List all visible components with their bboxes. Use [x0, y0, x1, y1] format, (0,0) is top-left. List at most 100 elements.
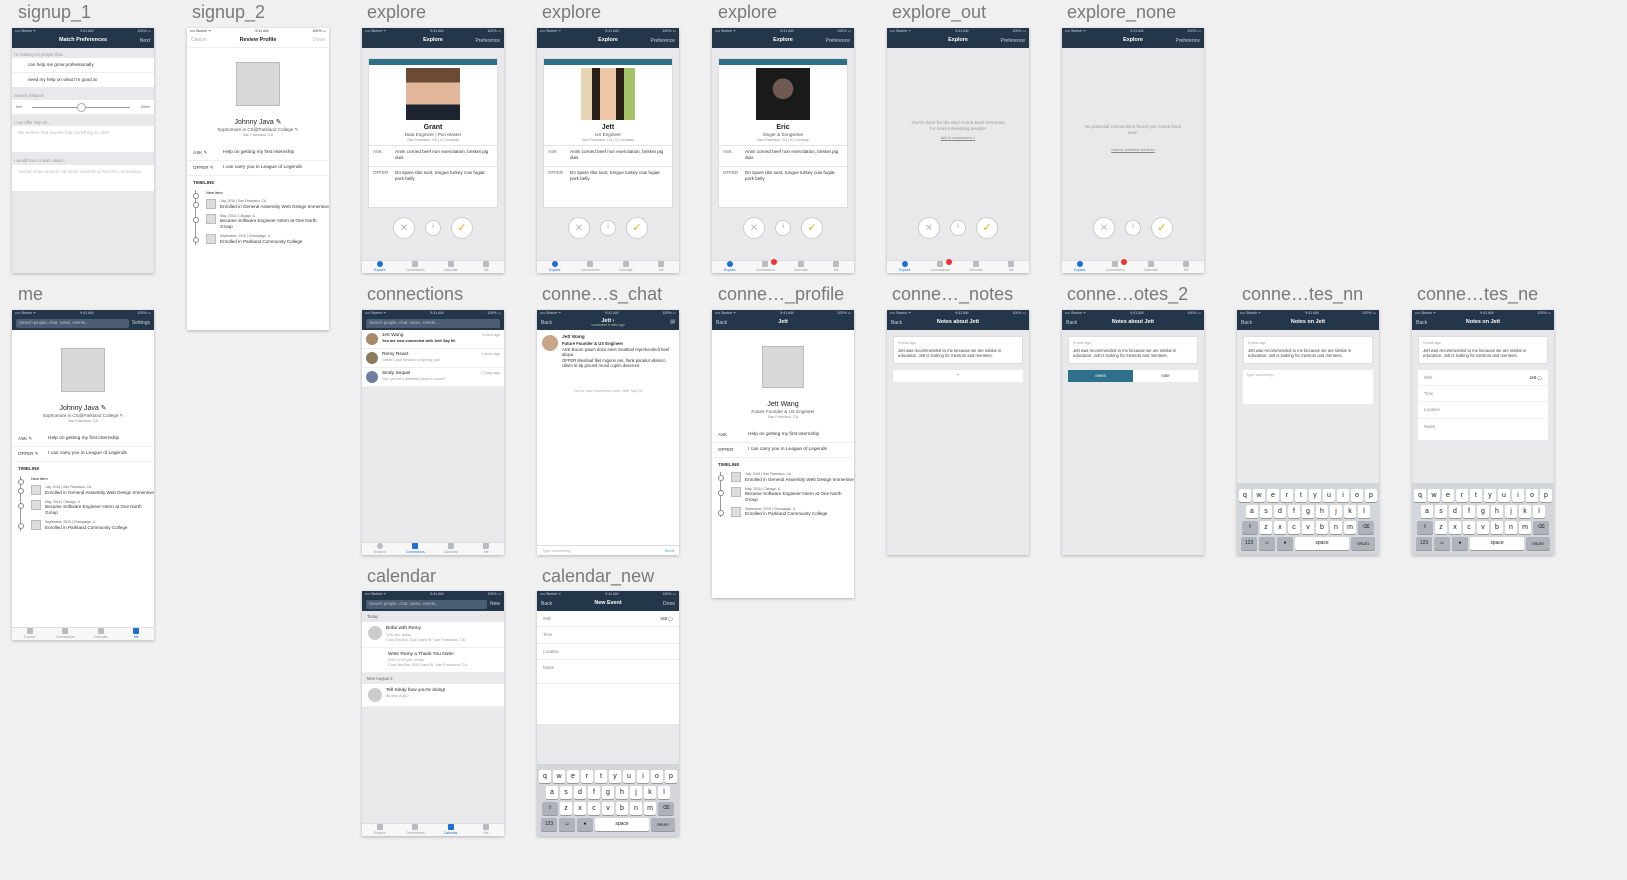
notes-field[interactable]: Notes: [1418, 418, 1548, 441]
tab-me[interactable]: Me: [469, 261, 505, 273]
back-button[interactable]: Back: [1066, 320, 1077, 327]
note-input[interactable]: Type something...: [1243, 369, 1373, 404]
event-item[interactable]: Boba with Remy 1:00 pm, today Cool Tea Bar…: [362, 622, 504, 648]
tab-me[interactable]: Me: [644, 261, 680, 273]
tab-calendar[interactable]: Calendar: [433, 543, 469, 555]
location-field[interactable]: Location: [537, 643, 679, 661]
key-u[interactable]: u: [623, 770, 635, 783]
key-b[interactable]: b: [1316, 521, 1328, 534]
mic-key[interactable]: ●: [577, 818, 593, 831]
tab-me[interactable]: Me: [1169, 261, 1205, 273]
key-z[interactable]: z: [560, 802, 572, 815]
key-c[interactable]: c: [1288, 521, 1300, 534]
key-m[interactable]: m: [644, 802, 656, 815]
key-p[interactable]: p: [665, 770, 677, 783]
key-a[interactable]: a: [1421, 505, 1433, 518]
pass-button[interactable]: ✕: [918, 217, 940, 239]
tab-explore[interactable]: Explore: [362, 543, 398, 555]
connect-button[interactable]: ✓: [451, 217, 473, 239]
key-x[interactable]: x: [1449, 521, 1461, 534]
tab-me[interactable]: Me: [469, 824, 505, 836]
note-button[interactable]: note: [1133, 369, 1198, 382]
profile-name[interactable]: Johnny Java ✎: [187, 118, 329, 127]
settings-button[interactable]: Settings: [132, 320, 150, 327]
offer-value[interactable]: I can carry you in League of Legends: [48, 451, 148, 457]
key-x[interactable]: x: [574, 802, 586, 815]
tab-explore[interactable]: Explore: [537, 261, 573, 273]
tab-connections[interactable]: Connections: [48, 628, 84, 640]
timeline-new-item[interactable]: New item: [206, 190, 223, 195]
info-button[interactable]: i: [950, 220, 966, 236]
key-a[interactable]: a: [546, 786, 558, 799]
tab-calendar[interactable]: Calendar: [433, 261, 469, 273]
key-w[interactable]: w: [553, 770, 565, 783]
add-note-button[interactable]: +: [893, 369, 1023, 382]
profile-card[interactable]: Eric Singer & Songwriter San Francisco, …: [718, 58, 848, 208]
key-h[interactable]: h: [616, 786, 628, 799]
learn-input[interactable]: And we hope anyone can learn something f…: [12, 164, 154, 191]
key-o[interactable]: o: [1526, 489, 1538, 502]
key-e[interactable]: e: [567, 770, 579, 783]
send-button[interactable]: Send: [665, 548, 674, 553]
key-j[interactable]: j: [1505, 505, 1517, 518]
return-key[interactable]: return: [1526, 537, 1550, 550]
search-input[interactable]: Search people, chat, notes, events...: [366, 318, 500, 328]
key-i[interactable]: i: [1337, 489, 1349, 502]
tab-explore[interactable]: Explore: [887, 261, 923, 273]
key-c[interactable]: c: [588, 802, 600, 815]
key-w[interactable]: w: [1428, 489, 1440, 502]
delete-key[interactable]: ⌫: [1533, 521, 1549, 534]
space-key[interactable]: space: [1295, 537, 1349, 550]
time-field[interactable]: Time: [537, 627, 679, 644]
key-e[interactable]: e: [1442, 489, 1454, 502]
key-t[interactable]: t: [1470, 489, 1482, 502]
pass-button[interactable]: ✕: [1093, 217, 1115, 239]
preference-button[interactable]: Preference: [1176, 38, 1200, 45]
back-button[interactable]: Back: [1241, 320, 1252, 327]
key-o[interactable]: o: [651, 770, 663, 783]
distance-slider[interactable]: 5mi 100mi: [12, 99, 154, 114]
key-r[interactable]: r: [581, 770, 593, 783]
emoji-key[interactable]: ☺: [1259, 537, 1275, 550]
key-t[interactable]: t: [595, 770, 607, 783]
tab-calendar[interactable]: Calendar: [608, 261, 644, 273]
key-r[interactable]: r: [1281, 489, 1293, 502]
key-q[interactable]: q: [1239, 489, 1251, 502]
notes-field[interactable]: Notes: [537, 660, 679, 685]
info-button[interactable]: i: [600, 220, 616, 236]
key-p[interactable]: p: [1540, 489, 1552, 502]
connect-button[interactable]: ✓: [626, 217, 648, 239]
explore-mentees-link[interactable]: explore potential mentees: [1062, 148, 1204, 153]
key-f[interactable]: f: [1288, 505, 1300, 518]
tab-connections[interactable]: Connections: [1098, 259, 1134, 273]
key-p[interactable]: p: [1365, 489, 1377, 502]
tab-connections[interactable]: Connections: [398, 543, 434, 555]
key-d[interactable]: d: [1274, 505, 1286, 518]
tab-connections[interactable]: Connections: [748, 259, 784, 273]
tab-me[interactable]: Me: [119, 628, 155, 640]
key-d[interactable]: d: [574, 786, 586, 799]
key-l[interactable]: l: [658, 786, 670, 799]
key-q[interactable]: q: [1414, 489, 1426, 502]
preference-button[interactable]: Preference: [651, 38, 675, 45]
cancel-button[interactable]: Cancel: [191, 37, 207, 44]
list-item[interactable]: Jett Wang You are now connected with Jett…: [362, 330, 504, 349]
back-button[interactable]: Back: [716, 320, 727, 327]
key-v[interactable]: v: [1302, 521, 1314, 534]
mic-key[interactable]: ●: [1452, 537, 1468, 550]
timeline-new-item[interactable]: New item: [31, 476, 48, 481]
back-button[interactable]: Back: [541, 601, 552, 608]
profile-name[interactable]: Johnny Java ✎: [12, 404, 154, 413]
key-i[interactable]: i: [637, 770, 649, 783]
key-y[interactable]: y: [1484, 489, 1496, 502]
offer-input[interactable]: We believe that anyone has something to …: [12, 126, 154, 153]
key-n[interactable]: n: [1505, 521, 1517, 534]
space-key[interactable]: space: [595, 818, 649, 831]
ask-value[interactable]: Help on getting my first internship: [223, 150, 323, 156]
search-input[interactable]: Search people, chat, notes, events...: [366, 599, 487, 609]
key-q[interactable]: q: [539, 770, 551, 783]
tab-me[interactable]: Me: [994, 261, 1030, 273]
key-w[interactable]: w: [1253, 489, 1265, 502]
pass-button[interactable]: ✕: [743, 217, 765, 239]
notes-icon[interactable]: ▤: [670, 320, 675, 325]
